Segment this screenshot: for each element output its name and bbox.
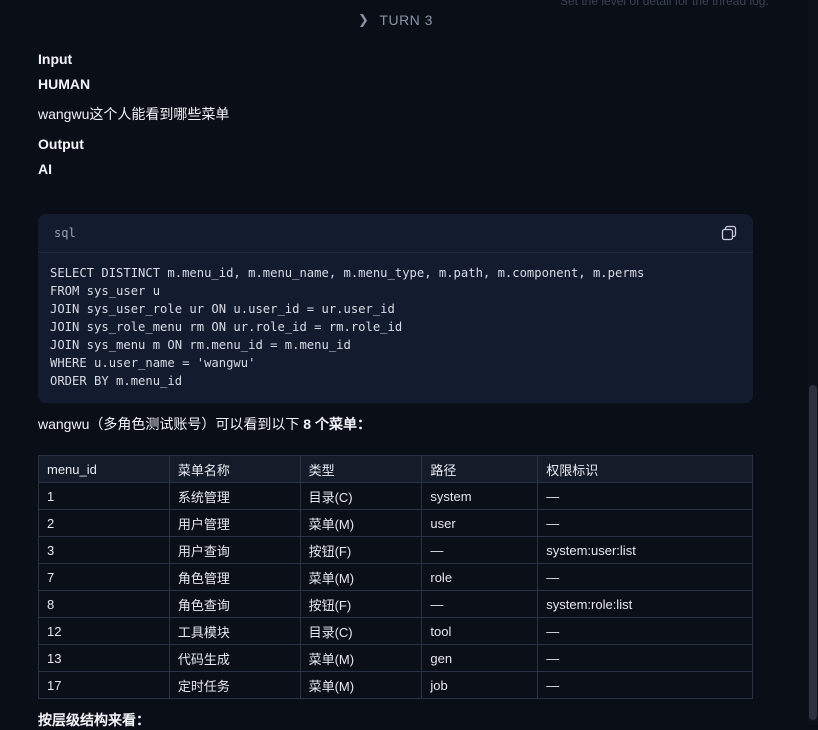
cell: 菜单(M) (299, 509, 423, 537)
table-row: 13 代码生成 菜单(M) gen — (38, 644, 753, 672)
cell: 8 (38, 590, 170, 618)
table-row: 12 工具模块 目录(C) tool — (38, 617, 753, 645)
menu-table: menu_id 菜单名称 类型 路径 权限标识 1 系统管理 目录(C) sys… (38, 455, 753, 699)
cell: system (421, 482, 539, 510)
code-line: JOIN sys_role_menu rm ON ur.role_id = rm… (50, 320, 403, 334)
code-line: JOIN sys_user_role ur ON u.user_id = ur.… (50, 302, 395, 316)
table-row: 1 系统管理 目录(C) system — (38, 482, 753, 510)
cell: — (421, 536, 539, 564)
table-row: 8 角色查询 按钮(F) — system:role:list (38, 590, 753, 618)
table-row: 3 用户查询 按钮(F) — system:user:list (38, 536, 753, 564)
cell: 12 (38, 617, 170, 645)
col-header: 类型 (299, 455, 423, 483)
table-row: 2 用户管理 菜单(M) user — (38, 509, 753, 537)
cell: 目录(C) (299, 482, 423, 510)
result-summary: wangwu（多角色测试账号）可以看到以下 8 个菜单： (38, 414, 371, 434)
table-header-row: menu_id 菜单名称 类型 路径 权限标识 (38, 455, 753, 483)
code-header: sql (38, 214, 753, 253)
cell: 工具模块 (168, 617, 301, 645)
cell: 角色管理 (168, 563, 301, 591)
table-row: 7 角色管理 菜单(M) role — (38, 563, 753, 591)
cell: 7 (38, 563, 170, 591)
cell: 按钮(F) (299, 590, 423, 618)
input-heading: Input (38, 51, 73, 67)
scrollbar-track[interactable] (808, 0, 818, 725)
cell: 2 (38, 509, 170, 537)
cell: 按钮(F) (299, 536, 423, 564)
summary-count: 8 个菜单 (303, 416, 357, 432)
cell: 用户管理 (168, 509, 301, 537)
thread-log-hint: Set the level of detail for the thread l… (560, 0, 769, 8)
scrollbar-thumb[interactable] (809, 385, 817, 720)
cell: system:role:list (537, 590, 753, 618)
cell: 定时任务 (168, 671, 301, 699)
code-line: SELECT DISTINCT m.menu_id, m.menu_name, … (50, 266, 645, 280)
cell: job (421, 671, 539, 699)
code-line: FROM sys_user u (50, 284, 161, 298)
cell: — (537, 671, 753, 699)
code-block: sql SELECT DISTINCT m.menu_id, m.menu_na… (38, 214, 753, 403)
cell: 代码生成 (168, 644, 301, 672)
code-line: JOIN sys_menu m ON rm.menu_id = m.menu_i… (50, 338, 351, 352)
col-header: menu_id (38, 455, 170, 483)
code-line: ORDER BY m.menu_id (50, 374, 183, 388)
cell: — (537, 644, 753, 672)
cell: — (537, 509, 753, 537)
turn-toggle[interactable]: ❯ TURN 3 (358, 12, 433, 28)
table-row: 17 定时任务 菜单(M) job — (38, 671, 753, 699)
cell: 角色查询 (168, 590, 301, 618)
output-heading: Output (38, 136, 84, 152)
col-header: 权限标识 (537, 455, 753, 483)
cell: 13 (38, 644, 170, 672)
cell: gen (421, 644, 539, 672)
copy-icon[interactable] (721, 225, 737, 241)
summary-suffix: ： (356, 416, 371, 432)
cell: user (421, 509, 539, 537)
hierarchy-heading: 按层级结构来看： (38, 712, 150, 728)
cell: 3 (38, 536, 170, 564)
cell: system:user:list (537, 536, 753, 564)
cell: 目录(C) (299, 617, 423, 645)
cell: 用户查询 (168, 536, 301, 564)
cell: 17 (38, 671, 170, 699)
cell: 菜单(M) (299, 563, 423, 591)
code-language: sql (54, 226, 76, 240)
col-header: 菜单名称 (168, 455, 301, 483)
input-role: HUMAN (38, 76, 91, 92)
cell: 菜单(M) (299, 644, 423, 672)
code-line: WHERE u.user_name = 'wangwu' (50, 356, 256, 370)
cell: role (421, 563, 539, 591)
cell: 系统管理 (168, 482, 301, 510)
summary-prefix: wangwu（多角色测试账号）可以看到以下 (38, 416, 304, 432)
cell: — (537, 563, 753, 591)
col-header: 路径 (421, 455, 539, 483)
cell: — (537, 617, 753, 645)
cell: — (421, 590, 539, 618)
cell: tool (421, 617, 539, 645)
code-content: SELECT DISTINCT m.menu_id, m.menu_name, … (50, 264, 644, 390)
output-role: AI (38, 161, 52, 177)
cell: — (537, 482, 753, 510)
cell: 1 (38, 482, 170, 510)
chevron-right-icon: ❯ (358, 12, 370, 27)
cell: 菜单(M) (299, 671, 423, 699)
input-message: wangwu这个人能看到哪些菜单 (38, 106, 230, 122)
turn-label: TURN 3 (379, 12, 433, 28)
